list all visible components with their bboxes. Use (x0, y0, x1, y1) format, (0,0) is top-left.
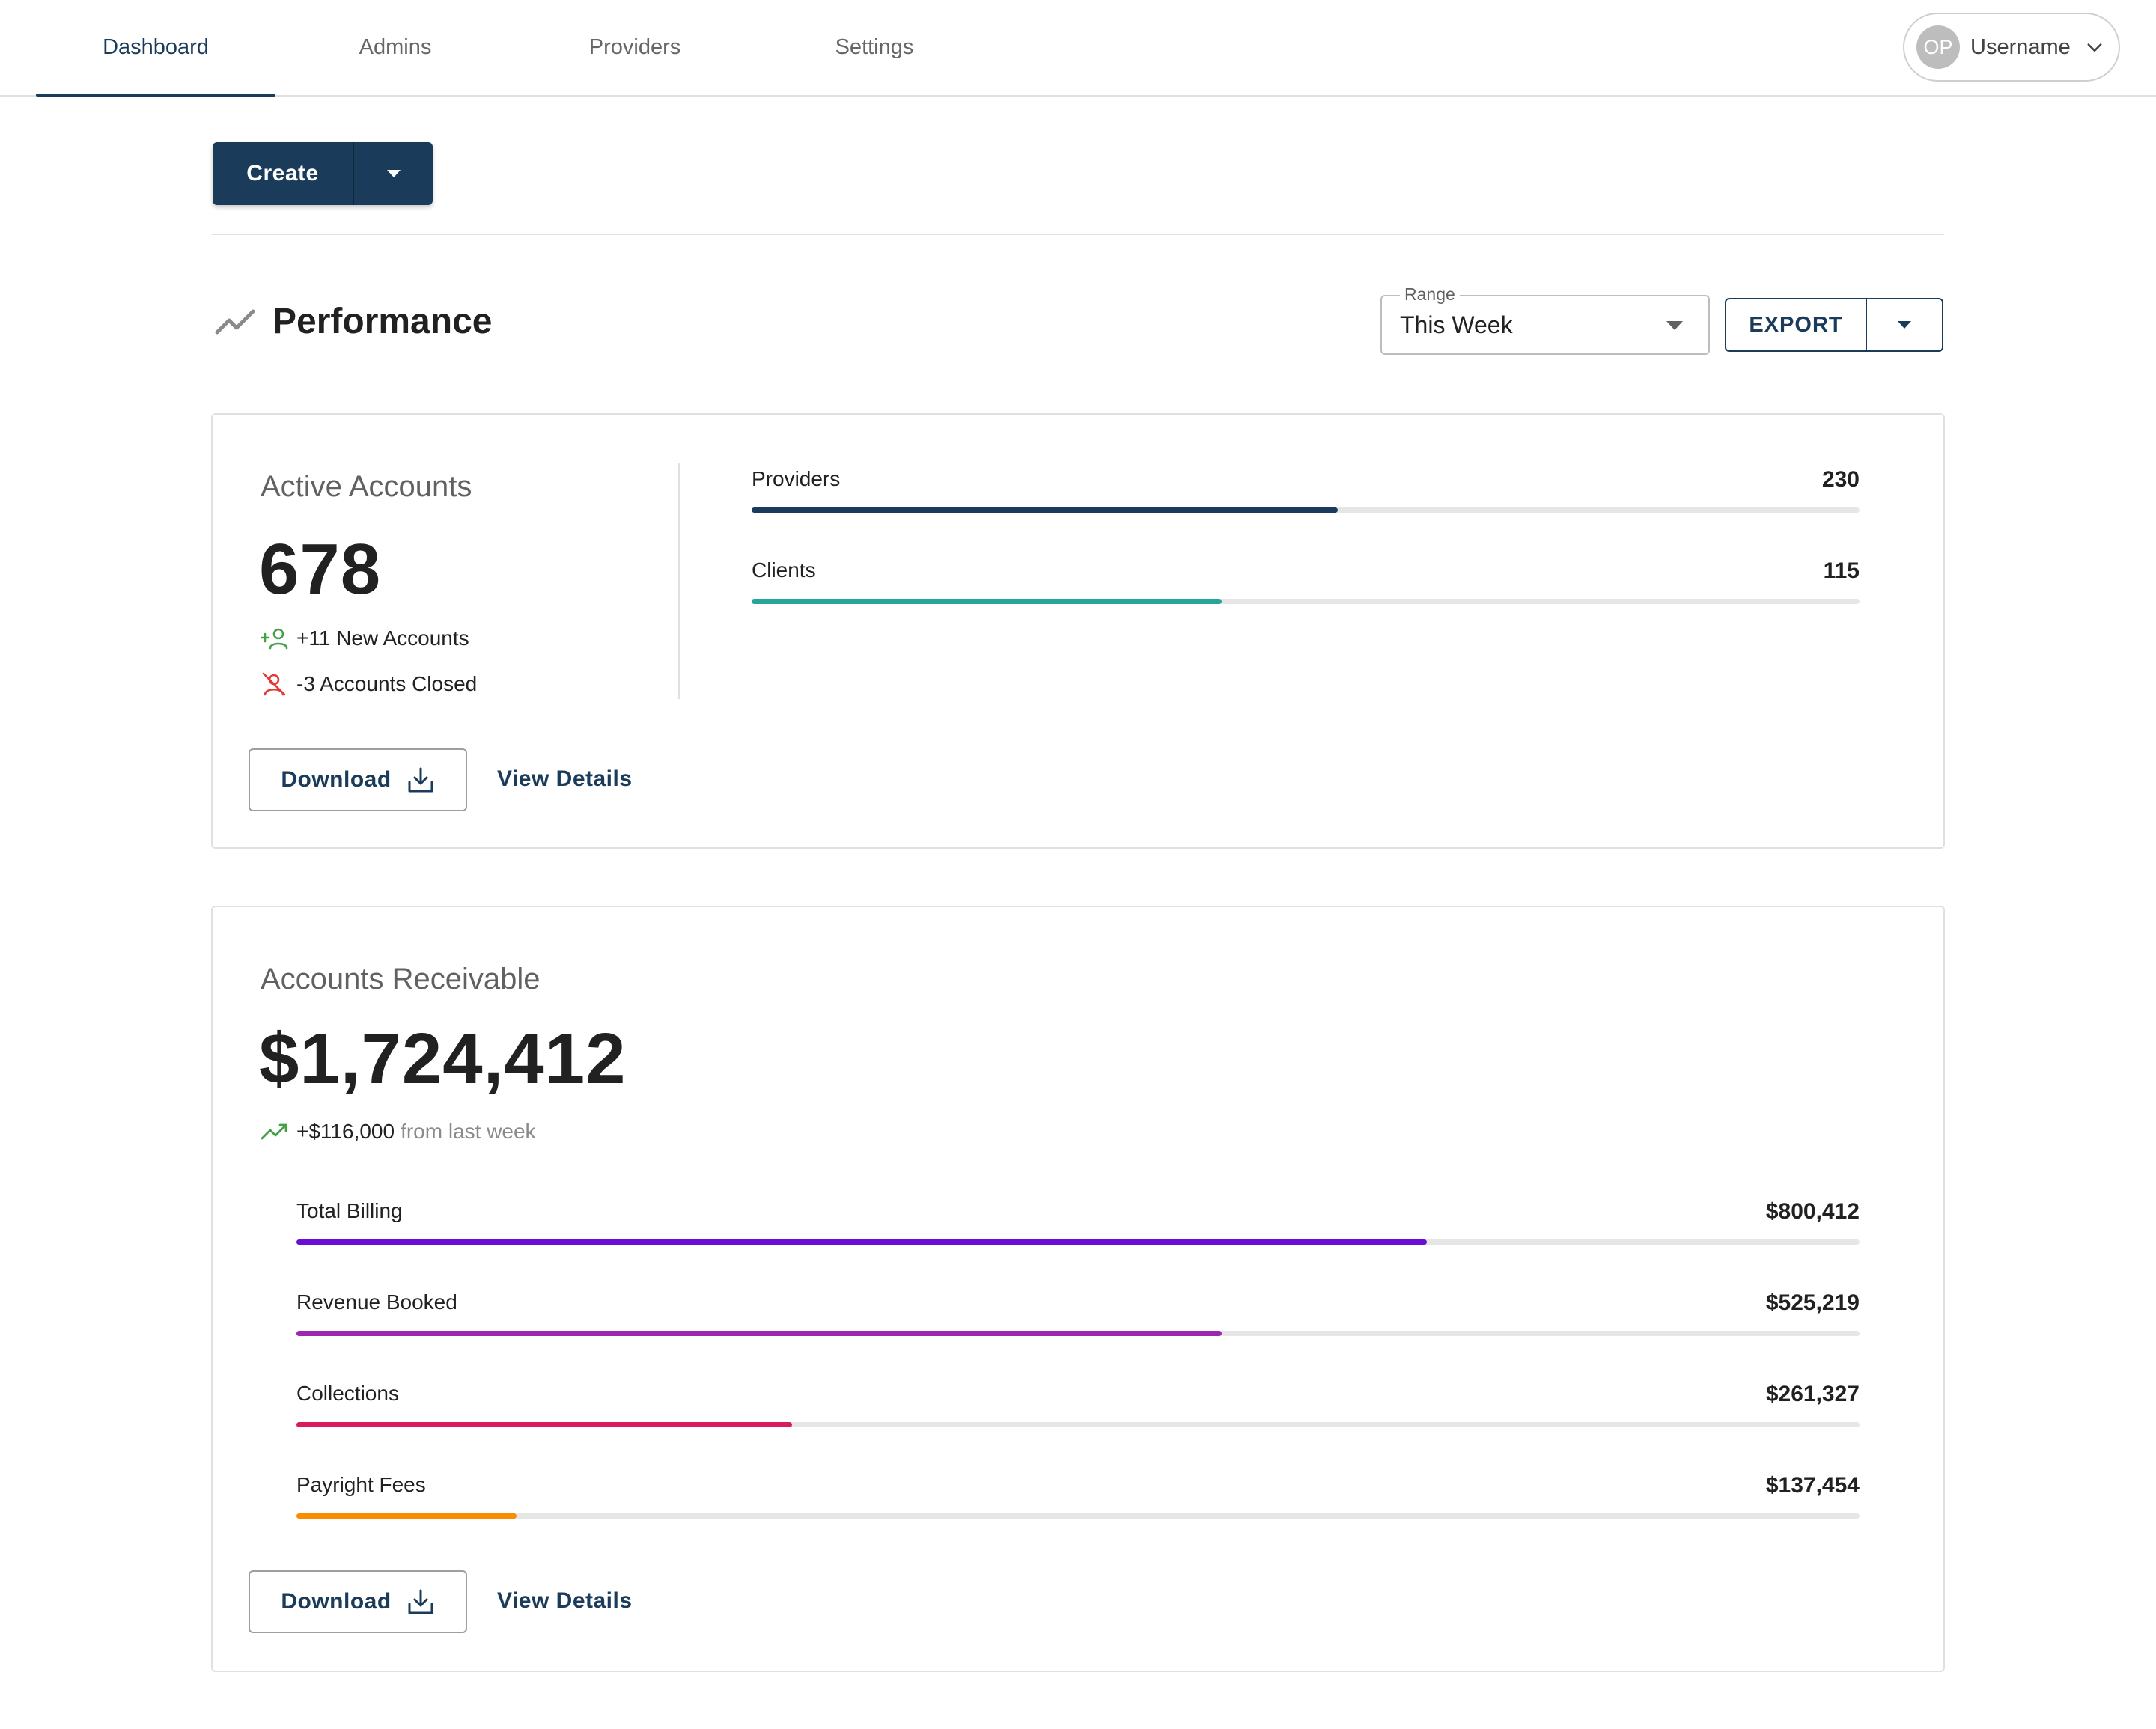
download-label: Download (281, 767, 392, 792)
create-split-button: Create (213, 142, 433, 205)
total-billing-row: Total Billing $800,412 (296, 1199, 1860, 1251)
progress-fill (752, 599, 1222, 604)
accounts-receivable-value: $1,724,412 (259, 1019, 627, 1099)
export-split-button: EXPORT (1725, 298, 1943, 352)
download-label: Download (281, 1589, 392, 1614)
progress-fill (296, 1331, 1222, 1336)
progress-fill (296, 1513, 517, 1519)
active-accounts-value: 678 (259, 529, 382, 609)
download-icon (408, 1589, 433, 1614)
bar-value: $800,412 (1765, 1199, 1860, 1224)
person-off-icon (262, 672, 286, 696)
top-navigation: Dashboard Admins Providers Settings OP U… (0, 0, 2156, 97)
divider (212, 234, 1944, 235)
progress-fill (296, 1239, 1427, 1245)
provider-progress-row: Providers 230 (752, 467, 1860, 519)
card-title: Accounts Receivable (261, 963, 540, 995)
bar-label: Total Billing (296, 1199, 403, 1222)
closed-accounts-text: -3 Accounts Closed (296, 672, 478, 695)
view-details-link[interactable]: View Details (497, 1588, 633, 1614)
tab-admins[interactable]: Admins (275, 0, 515, 95)
range-label: Range (1400, 284, 1460, 305)
view-details-link[interactable]: View Details (497, 766, 633, 792)
range-value: This Week (1400, 311, 1513, 338)
change-value: +$116,000 (296, 1120, 395, 1143)
bar-label: Revenue Booked (296, 1290, 457, 1314)
create-dropdown-button[interactable] (354, 142, 433, 205)
tab-providers[interactable]: Providers (515, 0, 755, 95)
chevron-down-icon (2087, 43, 2102, 52)
new-accounts-stat: +11 New Accounts (261, 626, 469, 650)
person-add-icon (261, 628, 288, 650)
progress-track (296, 1331, 1860, 1336)
bar-value: 230 (1821, 467, 1860, 492)
trending-up-icon (215, 309, 255, 335)
trending-up-icon (261, 1123, 287, 1140)
client-progress-row: Clients 115 (752, 558, 1860, 611)
caret-down-icon (386, 170, 401, 177)
bar-value: $137,454 (1765, 1473, 1860, 1498)
tab-settings[interactable]: Settings (755, 0, 994, 95)
card-title: Active Accounts (261, 470, 472, 503)
collections-row: Collections $261,327 (296, 1382, 1860, 1434)
payright-fees-row: Payright Fees $137,454 (296, 1473, 1860, 1525)
create-button[interactable]: Create (213, 142, 354, 205)
accounts-receivable-card: Accounts Receivable $1,724,412 +$116,000… (211, 906, 1945, 1672)
progress-fill (752, 507, 1338, 513)
download-button[interactable]: Download (249, 748, 467, 811)
caret-down-icon (1666, 321, 1683, 330)
bar-label: Collections (296, 1382, 399, 1405)
bar-label: Providers (752, 467, 841, 490)
revenue-booked-row: Revenue Booked $525,219 (296, 1290, 1860, 1343)
bar-label: Payright Fees (296, 1473, 426, 1496)
bar-value: 115 (1823, 558, 1860, 583)
new-accounts-text: +11 New Accounts (296, 626, 469, 650)
change-stat: +$116,000 from last week (261, 1120, 536, 1144)
active-accounts-card: Active Accounts 678 +11 New Accounts -3 … (211, 413, 1945, 849)
download-icon (408, 767, 433, 793)
download-button[interactable]: Download (249, 1570, 467, 1633)
closed-accounts-stat: -3 Accounts Closed (261, 671, 477, 697)
progress-track (296, 1513, 1860, 1519)
progress-fill (296, 1422, 792, 1427)
export-button[interactable]: EXPORT (1726, 299, 1867, 350)
user-menu-button[interactable]: OP Username (1903, 13, 2120, 82)
avatar: OP (1916, 25, 1960, 69)
user-name: Username (1970, 34, 2071, 59)
range-select[interactable]: Range This Week (1380, 284, 1710, 355)
change-suffix: from last week (401, 1120, 536, 1143)
page-title: Performance (272, 302, 493, 341)
progress-track (296, 1422, 1860, 1427)
bar-value: $525,219 (1765, 1290, 1860, 1315)
progress-track (296, 1239, 1860, 1245)
bar-label: Clients (752, 558, 816, 582)
bar-value: $261,327 (1765, 1382, 1860, 1406)
progress-track (752, 507, 1860, 513)
export-dropdown-button[interactable] (1867, 299, 1942, 350)
caret-down-icon (1898, 321, 1911, 329)
tab-dashboard[interactable]: Dashboard (36, 0, 275, 97)
progress-track (752, 599, 1860, 604)
vertical-divider (678, 463, 680, 699)
